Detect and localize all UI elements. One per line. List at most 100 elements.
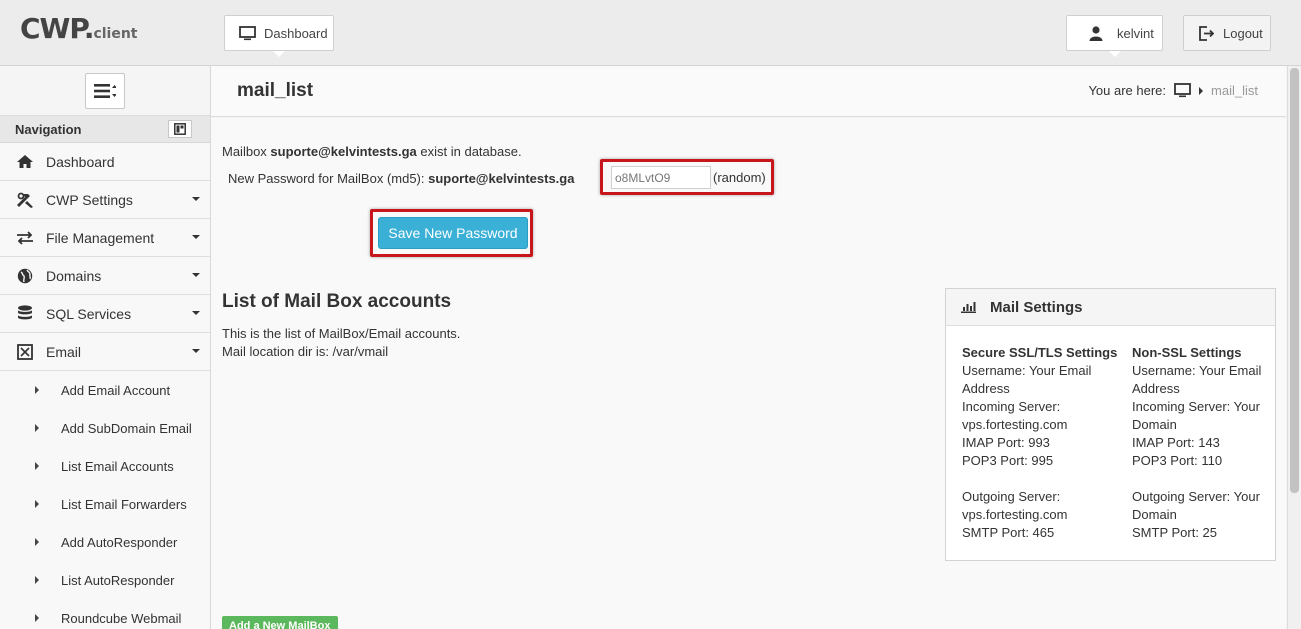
mail-settings-header: Mail Settings [946, 289, 1275, 326]
caret-right-icon [35, 500, 39, 508]
mailbox-list-description: This is the list of MailBox/Email accoun… [222, 325, 460, 361]
save-button-highlight-box: Save New Password [370, 209, 533, 257]
nonssl-outgoing-server: Outgoing Server: Your Domain [1132, 489, 1260, 522]
nonssl-incoming-server: Incoming Server: Your Domain [1132, 399, 1260, 432]
monitor-icon[interactable] [1174, 83, 1191, 98]
new-password-text: New Password for MailBox (md5): [228, 171, 425, 186]
page-scrollbar[interactable] [1287, 66, 1301, 629]
caret-right-icon [35, 386, 39, 394]
sidebar-subitem-list-email-accounts[interactable]: List Email Accounts [0, 447, 210, 485]
mailbox-exist-prefix: Mailbox [222, 144, 267, 159]
user-caret [1109, 51, 1121, 57]
nonssl-imap-port: IMAP Port: 143 [1132, 435, 1220, 450]
nonssl-settings-heading: Non-SSL Settings [1132, 345, 1242, 360]
new-password-label: New Password for MailBox (md5): suporte@… [228, 171, 574, 186]
sidebar: Navigation Dashboard CWP Settings File M… [0, 66, 211, 629]
sidebar-subitem-list-email-forwarders[interactable]: List Email Forwarders [0, 485, 210, 523]
navigation-heading-label: Navigation [15, 121, 82, 137]
main-content: Mailbox suporte@kelvintests.ga exist in … [211, 118, 1286, 629]
transfer-icon [17, 230, 33, 245]
mailbox-list-desc-line2: Mail location dir is: /var/vmail [222, 344, 389, 359]
sidebar-item-file-management[interactable]: File Management [0, 219, 210, 257]
chevron-down-icon [192, 273, 200, 277]
new-password-input[interactable] [611, 166, 711, 189]
chevron-down-icon [192, 349, 200, 353]
monitor-icon [239, 25, 256, 40]
layout-toggle-button[interactable] [168, 120, 192, 138]
sidebar-item-label: Email [46, 343, 82, 360]
logo-suffix: client [93, 26, 138, 42]
menu-toggle-icon [94, 83, 116, 98]
nonssl-pop3-port: POP3 Port: 110 [1132, 453, 1223, 468]
dashboard-button-label: Dashboard [264, 25, 328, 41]
mailbox-list-desc-line1: This is the list of MailBox/Email accoun… [222, 326, 461, 341]
caret-right-icon [35, 462, 39, 470]
save-new-password-button[interactable]: Save New Password [378, 217, 528, 249]
secure-imap-port: IMAP Port: 993 [962, 435, 1050, 450]
secure-incoming-server: Incoming Server: vps.fortesting.com [962, 399, 1068, 432]
scrollbar-thumb[interactable] [1290, 68, 1299, 493]
sidebar-item-email[interactable]: Email [0, 333, 210, 371]
caret-right-icon [35, 576, 39, 584]
sidebar-item-sql-services[interactable]: SQL Services [0, 295, 210, 333]
mail-settings-panel: Mail Settings Secure SSL/TLS Settings Us… [945, 288, 1276, 561]
breadcrumb-separator-icon [1199, 86, 1204, 95]
mailbox-exist-message: Mailbox suporte@kelvintests.ga exist in … [222, 144, 522, 159]
new-password-mailbox: suporte@kelvintests.ga [428, 171, 575, 186]
sidebar-subitem-add-subdomain-email[interactable]: Add SubDomain Email [0, 409, 210, 447]
sidebar-item-label: SQL Services [46, 305, 132, 322]
chevron-down-icon [192, 311, 200, 315]
sidebar-toggle-button[interactable] [85, 72, 125, 109]
sidebar-item-cwp-settings[interactable]: CWP Settings [0, 181, 210, 219]
nonssl-smtp-port: SMTP Port: 25 [1132, 525, 1218, 540]
sidebar-subitem-label: Add SubDomain Email [61, 420, 192, 436]
cwp-logo[interactable]: CWP.client [20, 12, 138, 45]
sidebar-subitem-label: Add AutoResponder [61, 534, 178, 550]
sidebar-item-label: Domains [46, 267, 102, 284]
page-title: mail_list [237, 80, 314, 101]
secure-pop3-port: POP3 Port: 995 [962, 453, 1054, 468]
dashboard-button[interactable]: Dashboard [224, 15, 334, 51]
globe-icon [17, 268, 33, 283]
tools-icon [17, 192, 33, 208]
mailbox-address: suporte@kelvintests.ga [270, 144, 417, 159]
caret-right-icon [35, 614, 39, 622]
password-highlight-box: (random) [600, 159, 774, 195]
mailbox-exist-suffix: exist in database. [420, 144, 522, 159]
user-menu-button[interactable]: kelvint [1066, 15, 1163, 51]
logout-icon [1199, 25, 1214, 41]
logout-button[interactable]: Logout [1183, 15, 1271, 51]
logout-label: Logout [1223, 25, 1263, 41]
navigation-heading: Navigation [0, 116, 210, 143]
page-title-bar: mail_list You are here: mail_list [211, 66, 1286, 117]
sidebar-subitem-roundcube-webmail[interactable]: Roundcube Webmail [0, 599, 210, 629]
home-icon [17, 155, 33, 168]
secure-smtp-port: SMTP Port: 465 [962, 525, 1055, 540]
secure-username: Username: Your Email Address [962, 363, 1092, 396]
sidebar-subitem-label: List AutoResponder [61, 572, 175, 588]
sidebar-subitem-list-autoresponder[interactable]: List AutoResponder [0, 561, 210, 599]
secure-outgoing-server: Outgoing Server: vps.fortesting.com [962, 489, 1068, 522]
database-icon [18, 305, 32, 320]
mailbox-list-title: List of Mail Box accounts [222, 291, 452, 312]
envelope-icon [17, 343, 33, 360]
user-icon [1089, 25, 1103, 41]
nonssl-settings-column: Non-SSL Settings Username: Your Email Ad… [1132, 344, 1262, 542]
secure-settings-column: Secure SSL/TLS Settings Username: Your E… [962, 344, 1122, 542]
sidebar-toggle-area [0, 66, 210, 116]
sidebar-item-label: Dashboard [46, 153, 115, 170]
sidebar-subitem-add-autoresponder[interactable]: Add AutoResponder [0, 523, 210, 561]
dashboard-caret [273, 51, 285, 57]
sidebar-subitem-label: List Email Forwarders [61, 496, 187, 512]
caret-right-icon [35, 538, 39, 546]
sidebar-subitem-add-email-account[interactable]: Add Email Account [0, 371, 210, 409]
breadcrumb: You are here: mail_list [1088, 83, 1258, 98]
layout-icon [174, 123, 186, 135]
sidebar-item-domains[interactable]: Domains [0, 257, 210, 295]
breadcrumb-current: mail_list [1211, 83, 1258, 98]
sidebar-item-dashboard[interactable]: Dashboard [0, 143, 210, 181]
mail-settings-title: Mail Settings [990, 298, 1083, 316]
add-new-mailbox-button[interactable]: Add a New MailBox [222, 616, 338, 629]
sidebar-subitem-label: Roundcube Webmail [61, 610, 182, 626]
caret-right-icon [35, 424, 39, 432]
